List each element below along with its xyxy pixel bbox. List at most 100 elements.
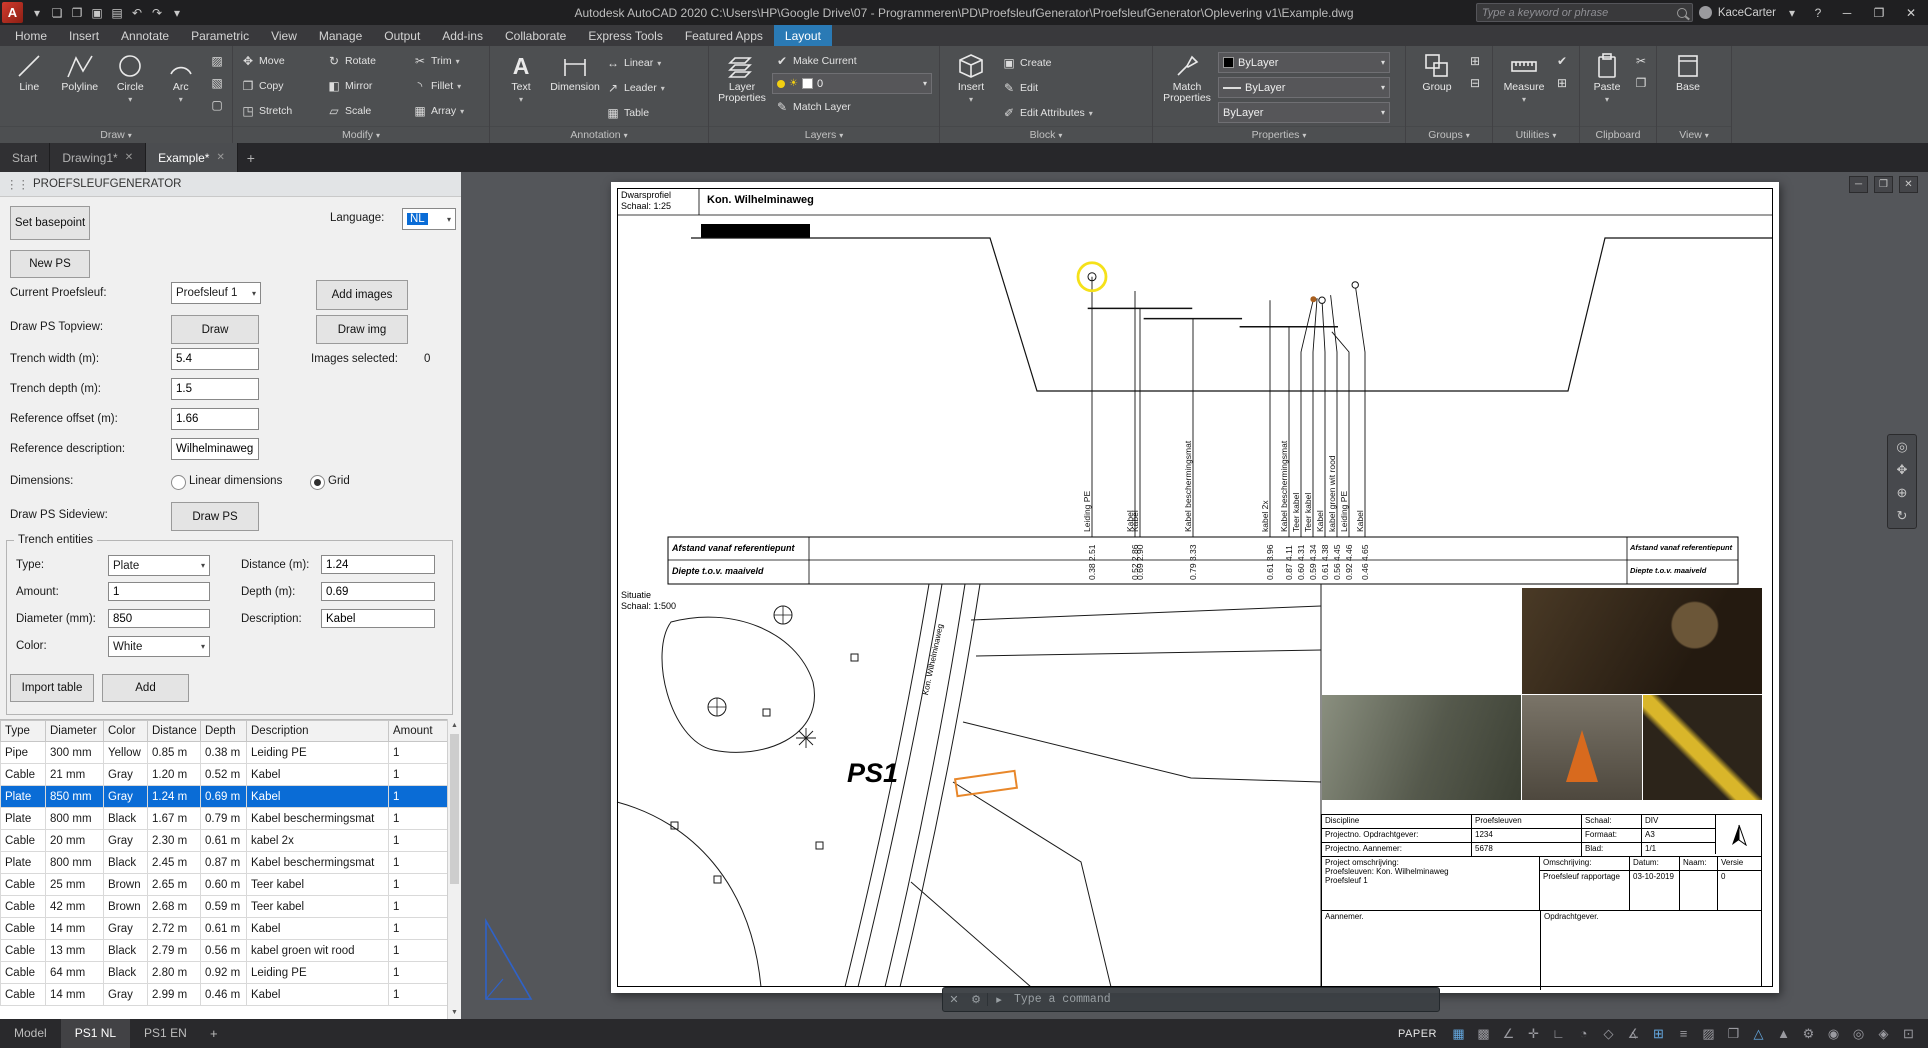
drawing-area[interactable]: ─ ❐ ✕ Leiding PE0.38 2.51Kabel0.52 2.86K… [461,172,1928,1019]
color-caret2-icon[interactable]: ▾ [201,642,205,651]
ribbon-tab-output[interactable]: Output [373,25,431,46]
dimension-button[interactable]: Dimension [549,49,601,126]
column-header-type[interactable]: Type [1,721,46,742]
undo-button[interactable]: ↶ [127,3,147,22]
gradient-icon[interactable]: ▧ [207,73,227,93]
table-cell[interactable]: Teer kabel [247,874,389,896]
table-cell[interactable]: Gray [104,764,148,786]
table-cell[interactable]: 0.92 m [201,962,247,984]
table-cell[interactable]: Brown [104,874,148,896]
layer-properties-button[interactable]: Layer Properties [714,49,770,126]
cut-icon[interactable]: ✂ [1631,51,1651,71]
table-cell[interactable]: Plate [1,786,46,808]
table-cell[interactable]: Black [104,852,148,874]
palette-grip-icon[interactable]: ⋮⋮ [6,177,29,191]
table-cell[interactable]: Cable [1,874,46,896]
table-cell[interactable]: Cable [1,984,46,1006]
ribbon-tab-home[interactable]: Home [4,25,58,46]
palette-header[interactable]: ⋮⋮ PROEFSLEUFGENERATOR [0,172,461,197]
mirror-button[interactable]: ◧Mirror [324,74,408,97]
lineweight-caret-icon[interactable]: ▾ [1381,83,1385,92]
clean-screen-icon[interactable]: ⊡ [1897,1022,1920,1045]
table-cell[interactable]: 1 [389,808,449,830]
table-cell[interactable]: 64 mm [46,962,104,984]
help-search-input[interactable]: Type a keyword or phrase [1476,3,1693,22]
selection-cycling-icon[interactable]: ❐ [1722,1022,1745,1045]
table-cell[interactable]: 1 [389,830,449,852]
polyline-button[interactable]: Polyline [56,49,105,126]
measure-button[interactable]: Measure [1498,49,1550,126]
file-tab-drawing1-[interactable]: Drawing1*✕ [50,143,146,172]
distance-input[interactable] [321,555,435,574]
trench-depth-input[interactable] [171,378,259,400]
arc-caret-icon[interactable] [179,94,183,105]
array-button[interactable]: ▦Array [410,99,489,122]
table-cell[interactable]: 2.72 m [148,918,201,940]
base-button[interactable]: Base [1662,49,1714,126]
grid-radio[interactable] [310,475,325,490]
layout-paper[interactable]: Leiding PE0.38 2.51Kabel0.52 2.86Kabel0.… [611,182,1779,993]
table-cell[interactable]: 2.45 m [148,852,201,874]
table-cell[interactable]: Black [104,808,148,830]
current-ps-dropdown[interactable]: Proefsleuf 1 ▾ [171,282,261,304]
ribbon-tab-layout[interactable]: Layout [774,25,832,46]
stretch-button[interactable]: ◳Stretch [238,99,322,122]
panel-label-block[interactable]: Block [940,126,1152,143]
table-cell[interactable]: 2.79 m [148,940,201,962]
new-layout-button[interactable]: + [201,1026,227,1041]
table-cell[interactable]: Kabel beschermingsmat [247,808,389,830]
edit-attributes-button[interactable]: ✐Edit Attributes [999,101,1119,124]
table-cell[interactable]: Cable [1,896,46,918]
table-cell[interactable]: Cable [1,918,46,940]
table-cell[interactable]: kabel 2x [247,830,389,852]
diameter-input[interactable] [108,609,210,628]
table-cell[interactable]: 0.38 m [201,742,247,764]
table-cell[interactable]: 1 [389,874,449,896]
group-button[interactable]: Group [1411,49,1463,126]
table-cell[interactable]: 800 mm [46,808,104,830]
panel-label-utilities[interactable]: Utilities [1493,126,1579,143]
language-caret-icon[interactable]: ▾ [447,215,451,224]
panel-label-clipboard[interactable]: Clipboard [1580,126,1656,143]
table-cell[interactable]: 0.59 m [201,896,247,918]
table-cell[interactable]: Kabel [247,918,389,940]
table-cell[interactable]: 0.52 m [201,764,247,786]
color-dropdown[interactable]: White▾ [108,636,210,657]
table-cell[interactable]: Plate [1,808,46,830]
table-cell[interactable]: Kabel beschermingsmat [247,852,389,874]
table-cell[interactable]: 42 mm [46,896,104,918]
table-cell[interactable]: 2.80 m [148,962,201,984]
ribbon-tab-insert[interactable]: Insert [58,25,110,46]
graphics-performance-icon[interactable]: ◈ [1872,1022,1895,1045]
grid-radio-label[interactable]: Grid [328,475,350,487]
table-cell[interactable]: 14 mm [46,918,104,940]
close-tab-icon[interactable]: ✕ [216,152,224,163]
measure-caret-icon[interactable] [1522,94,1526,105]
color-caret-icon[interactable]: ▾ [1381,58,1385,67]
table-row[interactable]: Cable21 mmGray1.20 m0.52 mKabel1 [1,764,449,786]
panel-label-groups[interactable]: Groups [1406,126,1492,143]
layout-tab-model[interactable]: Model [0,1019,61,1048]
close-tab-icon[interactable]: ✕ [125,152,133,163]
reference-description-input[interactable] [171,438,259,460]
circle-button[interactable]: Circle [106,49,155,126]
table-cell[interactable]: Plate [1,852,46,874]
table-cell[interactable]: 1 [389,962,449,984]
workspace-icon[interactable]: ⚙ [1797,1022,1820,1045]
hatch-icon[interactable]: ▨ [207,51,227,71]
ortho-icon[interactable]: ∟ [1547,1022,1570,1045]
table-cell[interactable]: Gray [104,786,148,808]
isolate-objects-icon[interactable]: ◎ [1847,1022,1870,1045]
type-caret-icon[interactable]: ▾ [201,561,205,570]
array-caret-icon[interactable] [460,105,464,117]
table-cell[interactable]: 1 [389,918,449,940]
table-cell[interactable]: Kabel [247,984,389,1006]
drawing-minimize-icon[interactable]: ─ [1849,176,1868,193]
table-row[interactable]: Plate850 mmGray1.24 m0.69 mKabel1 [1,786,449,808]
column-header-depth[interactable]: Depth [201,721,247,742]
table-cell[interactable]: 0.79 m [201,808,247,830]
trim-caret-icon[interactable] [456,55,460,67]
open-file-icon[interactable]: ❐ [67,3,87,22]
table-cell[interactable]: 1 [389,984,449,1006]
drawing-close-icon[interactable]: ✕ [1899,176,1918,193]
